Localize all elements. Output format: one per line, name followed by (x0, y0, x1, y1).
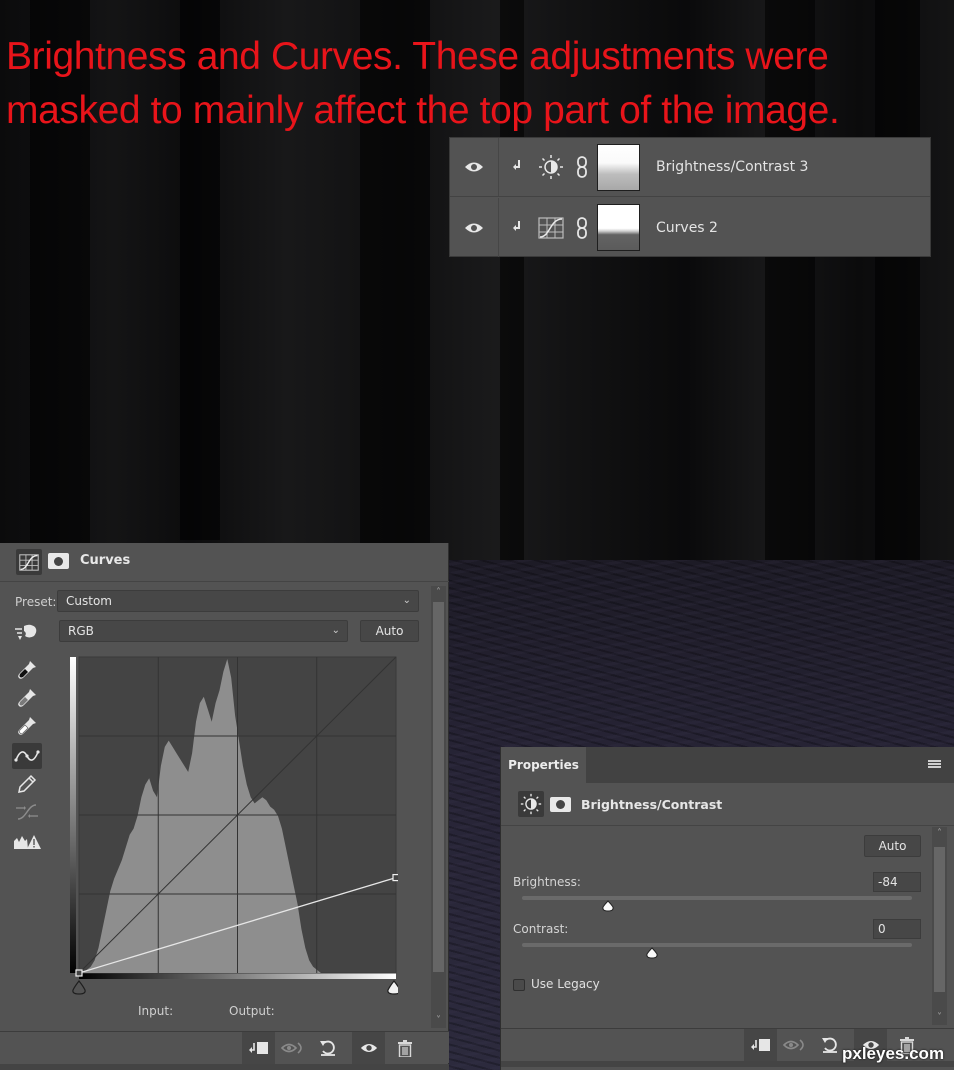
curves-scrollbar[interactable]: ˄ ˅ (431, 586, 446, 1028)
curves-graph[interactable] (70, 655, 398, 997)
channel-value: RGB (68, 624, 94, 638)
caption-line-2: masked to mainly affect the top part of … (6, 89, 840, 132)
targeted-adjustment-hand-icon[interactable] (14, 623, 40, 641)
gray-point-eyedropper-icon[interactable] (12, 685, 42, 711)
eye-icon (465, 223, 483, 232)
view-previous-icon (280, 1042, 302, 1054)
curves-graph-svg[interactable] (70, 655, 398, 997)
auto-button[interactable]: Auto (360, 620, 419, 642)
properties-panel: Properties Brightness/Contrast Auto Brig… (500, 747, 954, 1070)
curves-properties-panel: Curves Preset: Custom ⌄ RGB ⌄ Auto Input… (0, 543, 449, 1070)
brightness-contrast-icon[interactable] (518, 791, 544, 817)
layer-row-curves[interactable]: Curves 2 (450, 198, 930, 257)
properties-header: Brightness/Contrast (501, 783, 954, 826)
layer-name[interactable]: Brightness/Contrast 3 (656, 159, 808, 175)
curve-control-point[interactable] (75, 969, 83, 977)
mask-icon[interactable] (550, 797, 571, 812)
input-gradient-bar (79, 973, 396, 979)
panel-title: Curves (80, 553, 131, 568)
layer-row-brightness-contrast[interactable]: Brightness/Contrast 3 (450, 138, 930, 197)
clip-to-layer-button[interactable] (744, 1029, 777, 1061)
mask-link-icon[interactable] (575, 155, 589, 179)
curves-panel-header: Curves (0, 543, 449, 582)
chevron-down-icon: ⌄ (402, 594, 411, 606)
layer-mask-thumbnail[interactable] (597, 204, 640, 251)
preset-value: Custom (66, 594, 112, 608)
scroll-up-icon[interactable]: ˄ (431, 586, 446, 600)
panel-title: Brightness/Contrast (581, 797, 723, 812)
properties-tab-bar: Properties (501, 747, 954, 783)
pencil-draw-icon[interactable] (12, 771, 42, 797)
contrast-input[interactable]: 0 (873, 919, 921, 939)
layer-mask-thumbnail[interactable] (597, 143, 640, 191)
scroll-up-icon[interactable]: ˄ (932, 827, 947, 841)
watermark: pxleyes.com (842, 1044, 945, 1063)
brightness-slider-thumb[interactable] (601, 900, 615, 912)
contrast-label: Contrast: (513, 922, 569, 936)
black-point-slider[interactable] (72, 980, 86, 995)
black-point-eyedropper-icon[interactable] (12, 657, 42, 683)
use-legacy-label[interactable]: Use Legacy (531, 977, 600, 991)
scroll-down-icon[interactable]: ˅ (932, 1011, 947, 1025)
scrollbar-thumb[interactable] (433, 602, 444, 972)
preset-select[interactable]: Custom ⌄ (57, 590, 419, 612)
auto-button[interactable]: Auto (864, 835, 921, 857)
caption-line-1: Brightness and Curves. These adjustments… (6, 35, 829, 78)
properties-scrollbar[interactable]: ˄ ˅ (932, 827, 947, 1025)
panel-menu-icon[interactable] (928, 760, 941, 770)
layers-panel: Brightness/Contrast 3 Curves 2 (449, 137, 931, 257)
view-previous-state-button[interactable] (778, 1029, 811, 1061)
layer-visibility-toggle[interactable] (450, 198, 499, 257)
curves-icon (537, 216, 565, 240)
curves-panel-footer (0, 1031, 449, 1064)
reset-icon (319, 1040, 335, 1056)
white-point-eyedropper-icon[interactable] (12, 713, 42, 739)
eye-icon (360, 1043, 377, 1053)
layer-visibility-toggle[interactable] (450, 138, 499, 196)
brightness-input[interactable]: -84 (873, 872, 921, 892)
input-label: Input: (138, 1004, 174, 1018)
clipping-arrow-icon (513, 159, 527, 175)
mask-icon[interactable] (48, 553, 69, 569)
clip-to-layer-button[interactable] (242, 1032, 275, 1064)
brightness-slider-track[interactable] (522, 896, 912, 900)
curves-plot (72, 656, 398, 995)
curves-adjustment-icon[interactable] (16, 549, 42, 575)
use-legacy-checkbox[interactable] (513, 979, 525, 991)
curve-control-point[interactable] (392, 873, 398, 882)
caption: Brightness and Curves. These adjustments… (6, 30, 954, 138)
reset-icon (821, 1037, 837, 1053)
smooth-curve-icon[interactable] (12, 799, 42, 825)
brightness-label: Brightness: (513, 875, 581, 889)
clip-to-layer-icon (750, 1039, 770, 1051)
trash-icon (397, 1039, 412, 1057)
reset-defaults-button[interactable] (311, 1032, 344, 1064)
mask-link-icon[interactable] (575, 216, 589, 240)
layer-name[interactable]: Curves 2 (656, 220, 718, 236)
delete-adjustment-button[interactable] (388, 1032, 421, 1064)
contrast-slider-thumb[interactable] (645, 947, 659, 959)
view-previous-icon (782, 1039, 804, 1051)
clip-to-layer-icon (248, 1042, 268, 1054)
contrast-slider-track[interactable] (522, 943, 912, 947)
clipping-warning-icon[interactable] (12, 829, 42, 855)
eye-icon (465, 162, 483, 172)
tab-properties[interactable]: Properties (501, 747, 586, 783)
channel-select[interactable]: RGB ⌄ (59, 620, 348, 642)
scrollbar-thumb[interactable] (934, 847, 945, 992)
clipping-arrow-icon (513, 220, 527, 236)
view-previous-state-button[interactable] (276, 1032, 309, 1064)
output-label: Output: (229, 1004, 275, 1018)
chevron-down-icon: ⌄ (331, 624, 340, 636)
scroll-down-icon[interactable]: ˅ (431, 1014, 446, 1028)
brightness-contrast-icon (537, 155, 565, 179)
toggle-visibility-button[interactable] (352, 1032, 385, 1064)
output-gradient-bar (70, 657, 76, 973)
preset-label: Preset: (15, 595, 57, 609)
panel-resize-strip[interactable] (0, 1064, 449, 1070)
edit-points-curve-icon[interactable] (12, 743, 42, 769)
white-point-slider[interactable] (387, 980, 398, 995)
